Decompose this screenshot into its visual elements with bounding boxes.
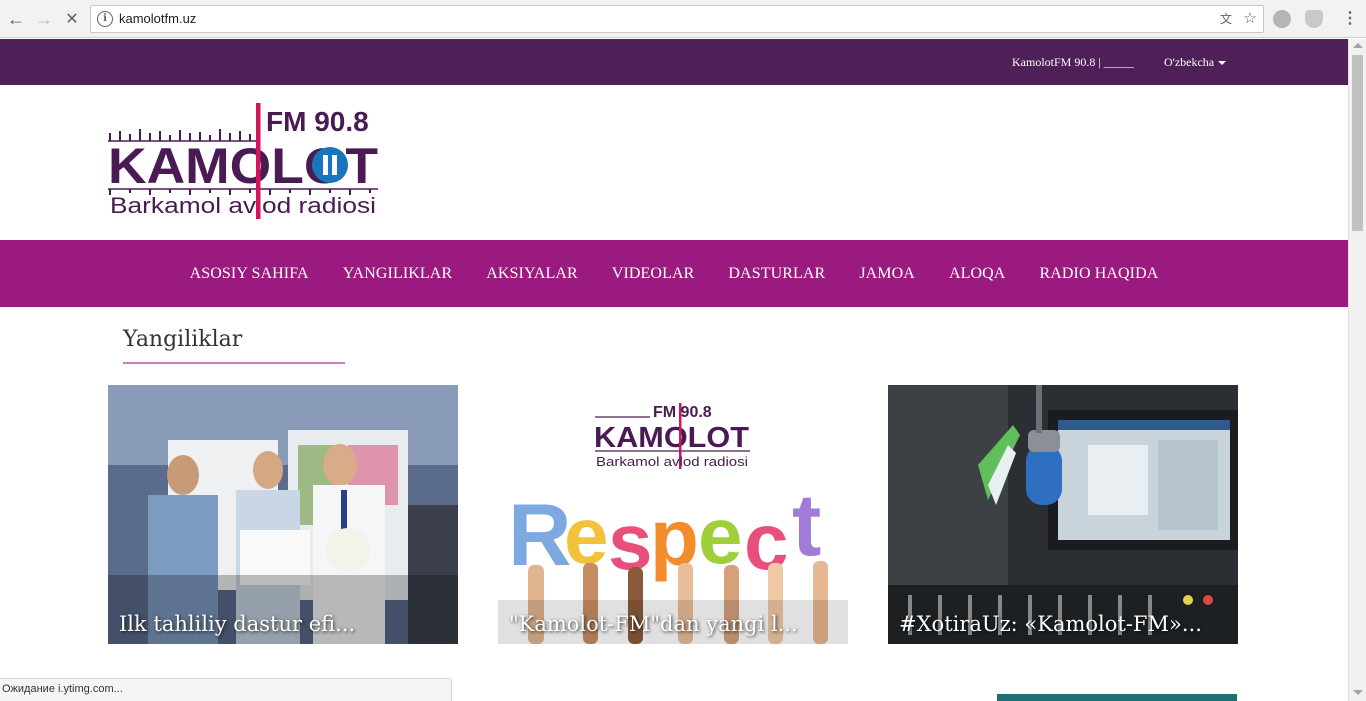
language-label: O'zbekcha: [1164, 55, 1215, 69]
main-navigation: ASOSIY SAHIFA YANGILIKLAR AKSIYALAR VIDE…: [0, 240, 1348, 307]
scroll-thumb[interactable]: [1352, 55, 1363, 231]
url-text[interactable]: kamolotfm.uz: [119, 11, 196, 26]
page-scrollbar[interactable]: [1348, 39, 1366, 701]
browser-toolbar: ← → ✕ i kamolotfm.uz 文 ☆ ⋮: [0, 0, 1366, 38]
station-info: KamolotFM 90.8 | _____: [1012, 55, 1134, 69]
news-card-title[interactable]: #XotiraUz: «Kamolot-FM»...: [899, 612, 1202, 636]
news-card[interactable]: Ilk tahliliy dastur efi...: [108, 385, 458, 644]
globe-extension-icon[interactable]: [1273, 10, 1291, 28]
pause-circle-icon: [312, 147, 348, 183]
nav-about-radio[interactable]: RADIO HAQIDA: [1039, 265, 1158, 283]
address-bar[interactable]: i kamolotfm.uz 文 ☆: [90, 5, 1264, 33]
news-card[interactable]: FM 90.8 KAMOLOT Barkamol avlod radiosi R…: [498, 385, 848, 644]
news-card-title[interactable]: Ilk tahliliy dastur efi...: [119, 612, 355, 636]
site-header: FM 90.8 KAMOLOT Barkamol avlod radiosi: [0, 85, 1348, 240]
news-card[interactable]: #XotiraUz: «Kamolot-FM»...: [888, 385, 1238, 644]
caret-down-icon: [1218, 61, 1227, 66]
svg-text:t: t: [792, 475, 821, 574]
logo-frequency: FM 90.8: [266, 106, 369, 137]
bookmark-star-icon[interactable]: ☆: [1241, 10, 1259, 28]
shield-extension-icon[interactable]: [1305, 10, 1323, 28]
nav-news[interactable]: YANGILIKLAR: [343, 265, 453, 283]
radio-studio-photo: [888, 385, 1238, 644]
svg-text:KAMOLOT: KAMOLOT: [594, 422, 749, 454]
section-title: Yangiliklar: [123, 327, 243, 352]
browser-menu-icon[interactable]: ⋮: [1340, 9, 1360, 29]
logo-needle: [256, 103, 261, 219]
respect-photo: FM 90.8 KAMOLOT Barkamol avlod radiosi R…: [498, 385, 848, 644]
logo-tagline: Barkamol avlod radiosi: [110, 193, 376, 218]
kamolot-logo[interactable]: FM 90.8 KAMOLOT Barkamol avlod radiosi: [108, 103, 380, 223]
nav-programs[interactable]: DASTURLAR: [728, 265, 825, 283]
nav-home[interactable]: ASOSIY SAHIFA: [190, 265, 309, 283]
svg-text:FM 90.8: FM 90.8: [653, 404, 712, 421]
nav-promotions[interactable]: AKSIYALAR: [486, 265, 578, 283]
translate-icon[interactable]: 文: [1217, 10, 1235, 28]
site-info-icon[interactable]: i: [97, 11, 113, 27]
stop-loading-icon[interactable]: ✕: [60, 7, 84, 31]
section-underline: [123, 362, 345, 364]
top-bar: KamolotFM 90.8 | _____ O'zbekcha: [0, 39, 1348, 85]
status-bar: Ожидание i.ytimg.com...: [0, 678, 452, 701]
scroll-down-icon[interactable]: [1353, 690, 1363, 695]
language-selector[interactable]: O'zbekcha: [1164, 55, 1227, 70]
studio-photo: [108, 385, 458, 644]
sidebar-widget: [997, 694, 1237, 701]
nav-contact[interactable]: ALOQA: [949, 265, 1006, 283]
back-icon[interactable]: ←: [4, 7, 28, 31]
nav-team[interactable]: JAMOA: [859, 265, 915, 283]
news-card-title[interactable]: "Kamolot-FM"dan yangi l...: [509, 612, 798, 636]
scroll-up-icon[interactable]: [1353, 43, 1363, 48]
nav-videos[interactable]: VIDEOLAR: [612, 265, 695, 283]
svg-text:Barkamol avlod radiosi: Barkamol avlod radiosi: [596, 454, 748, 469]
page-viewport: KamolotFM 90.8 | _____ O'zbekcha FM 90.8…: [0, 39, 1348, 701]
forward-icon[interactable]: →: [32, 7, 56, 31]
